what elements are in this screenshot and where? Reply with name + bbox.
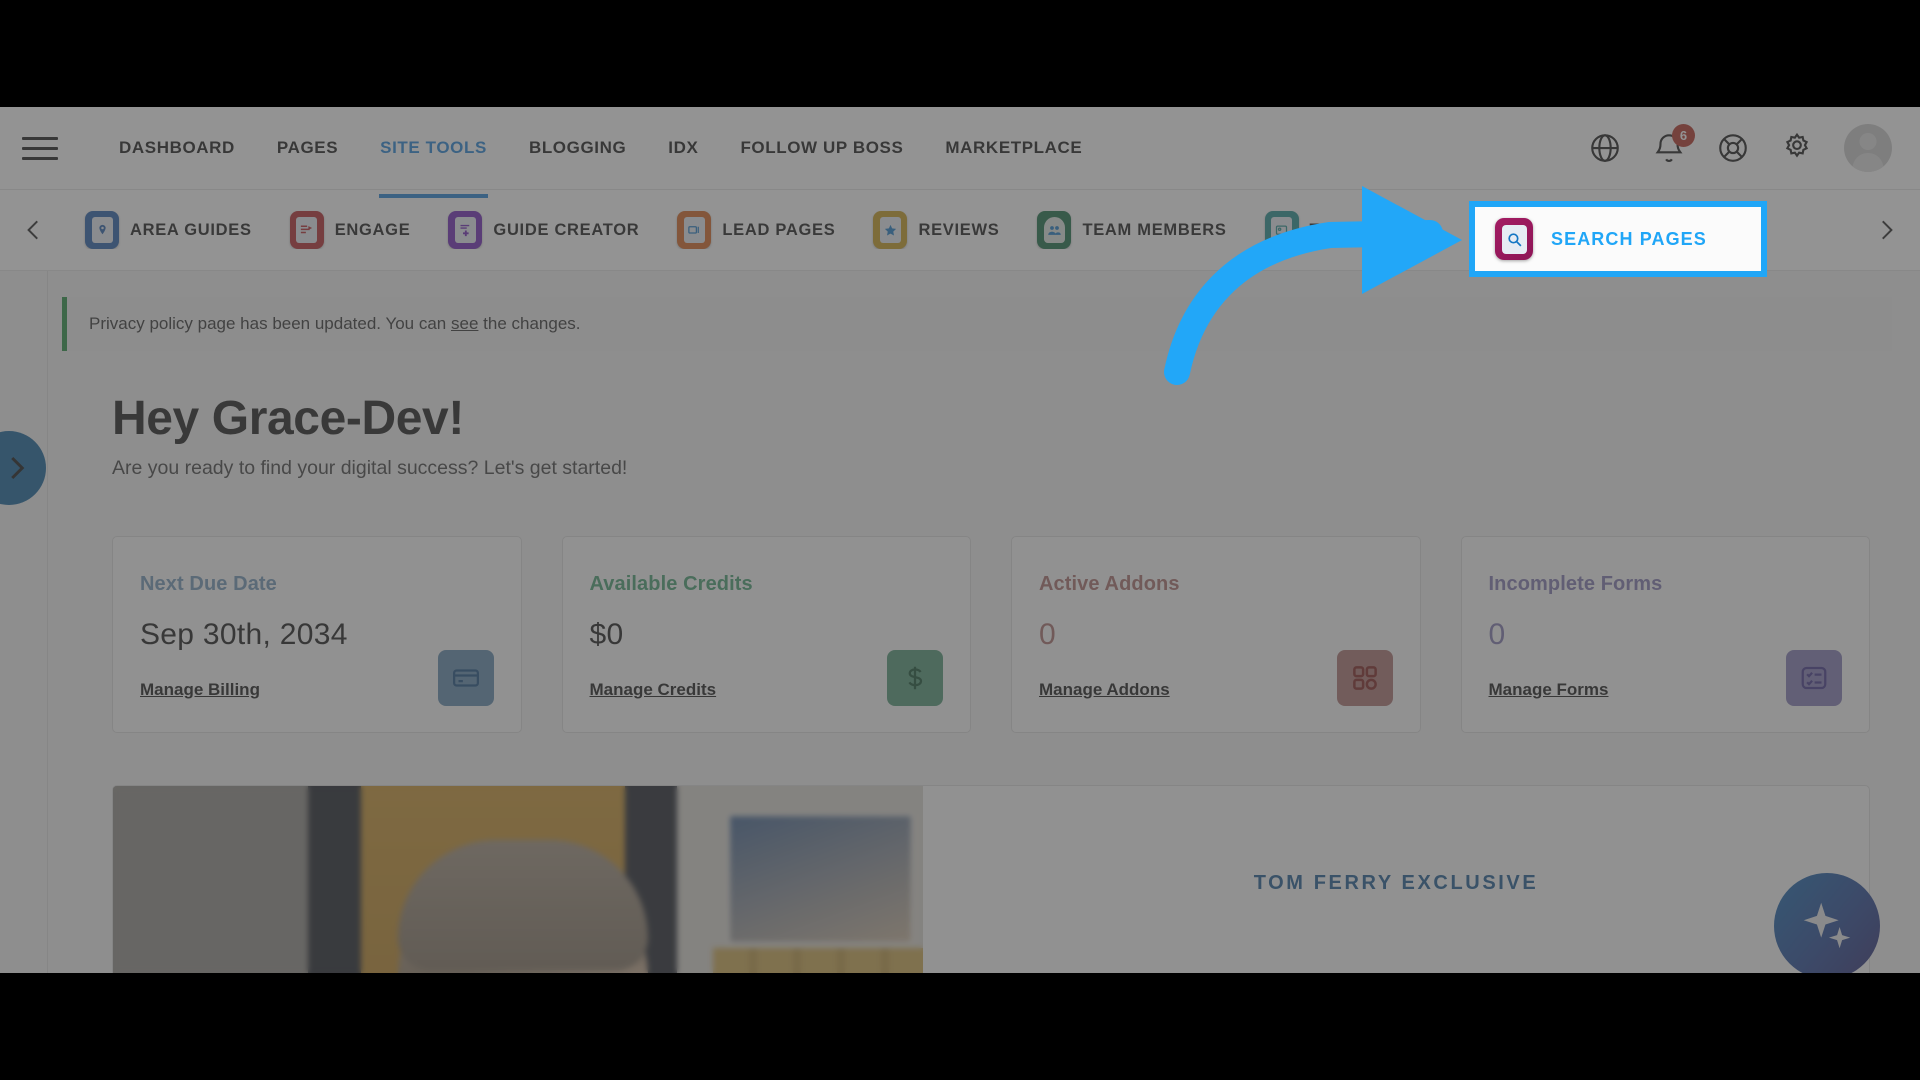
main-column: Privacy policy page has been updated. Yo… [48, 271, 1920, 973]
subnav-label: TEAM MEMBERS [1082, 220, 1227, 239]
subnav-item-lead-pages[interactable]: LEAD PAGES [658, 211, 854, 249]
nav-item-pages[interactable]: PAGES [256, 107, 359, 189]
nav-item-site-tools[interactable]: SITE TOOLS [359, 107, 508, 198]
stat-card-available-credits: Available Credits $0 Manage Credits [561, 535, 971, 733]
card-title: Incomplete Forms [1488, 572, 1663, 595]
subnav-item-listings[interactable]: TINGS [1246, 211, 1383, 249]
banner-text-before: Privacy policy page has been updated. Yo… [89, 314, 451, 333]
rail-expand-toggle[interactable] [0, 431, 46, 505]
subnav-item-reviews[interactable]: REVIEWS [854, 211, 1018, 249]
promo-kicker: TOM FERRY EXCLUSIVE [1253, 871, 1539, 894]
card-title: Active Addons [1039, 572, 1180, 595]
privacy-policy-banner: Privacy policy page has been updated. Yo… [62, 297, 1892, 351]
top-right-actions: 6 [1588, 124, 1892, 172]
manage-billing-link[interactable]: Manage Billing [140, 680, 260, 700]
main-menu: DASHBOARD PAGES SITE TOOLS BLOGGING IDX … [98, 107, 1103, 198]
manage-credits-link[interactable]: Manage Credits [590, 680, 717, 700]
ai-assistant-button[interactable] [1774, 873, 1880, 973]
search-pages-highlight[interactable]: SEARCH PAGES [1469, 201, 1767, 277]
checklist-icon [1786, 649, 1842, 706]
manage-addons-link[interactable]: Manage Addons [1039, 680, 1170, 700]
subnav-next-chevron-right-icon[interactable] [1866, 207, 1906, 253]
nav-item-idx[interactable]: IDX [647, 107, 719, 189]
life-ring-help-icon[interactable] [1716, 131, 1750, 165]
credit-card-icon [437, 649, 494, 706]
stat-card-incomplete-forms: Incomplete Forms 0 Manage Forms [1460, 535, 1870, 733]
card-value: Sep 30th, 2034 [140, 617, 348, 651]
manage-forms-link[interactable]: Manage Forms [1489, 680, 1609, 700]
team-members-icon [1037, 211, 1072, 249]
card-value: 0 [1039, 617, 1056, 651]
video-thumbnail-office-man[interactable] [113, 785, 923, 973]
gear-settings-icon[interactable] [1780, 131, 1814, 165]
hamburger-menu-icon[interactable] [22, 133, 62, 163]
subnav-item-guide-creator[interactable]: GUIDE CREATOR [429, 211, 658, 249]
subnav-prev-chevron-left-icon[interactable] [14, 207, 54, 253]
nav-item-follow-up-boss[interactable]: FOLLOW UP BOSS [719, 107, 924, 189]
subnav-label: LEAD PAGES [722, 220, 836, 239]
search-pages-icon [1495, 218, 1533, 260]
promo-text-area: TOM FERRY EXCLUSIVE [923, 786, 1869, 973]
page-subtitle: Are you ready to find your digital succe… [112, 456, 628, 479]
page-content: Privacy policy page has been updated. Yo… [0, 271, 1920, 973]
stat-cards: Next Due Date Sep 30th, 2034 Manage Bill… [48, 480, 1920, 733]
nav-item-dashboard[interactable]: DASHBOARD [98, 107, 256, 189]
dollar-sign-icon [887, 649, 943, 706]
banner-see-link[interactable]: see [451, 314, 478, 333]
subnav-label: REVIEWS [918, 220, 1000, 239]
banner-text-after: the changes. [478, 314, 581, 333]
top-navigation-bar: DASHBOARD PAGES SITE TOOLS BLOGGING IDX … [0, 107, 1920, 198]
left-rail [0, 271, 48, 973]
bell-icon[interactable]: 6 [1652, 124, 1695, 165]
promo-card[interactable]: TOM FERRY EXCLUSIVE [112, 784, 1870, 973]
engage-icon [289, 211, 324, 249]
globe-icon[interactable] [1588, 131, 1622, 165]
grid-squares-icon [1336, 649, 1393, 706]
card-value: 0 [1488, 617, 1506, 651]
screenshot-root: DASHBOARD PAGES SITE TOOLS BLOGGING IDX … [0, 0, 1920, 1080]
page-title: Hey Grace-Dev! [112, 392, 464, 445]
reviews-icon [873, 211, 908, 249]
nav-item-marketplace[interactable]: MARKETPLACE [924, 107, 1103, 189]
card-value: $0 [589, 617, 624, 651]
ai-sparkle-icon [1803, 902, 1851, 949]
area-guides-icon [85, 211, 119, 249]
chevron-right-icon [11, 456, 25, 480]
subnav-item-engage[interactable]: ENGAGE [271, 211, 430, 249]
lead-pages-icon [677, 211, 712, 249]
greeting-block: Hey Grace-Dev! Are you ready to find you… [48, 351, 1920, 480]
card-title: Available Credits [589, 572, 753, 595]
search-pages-label: SEARCH PAGES [1551, 228, 1707, 249]
listings-icon [1264, 211, 1299, 249]
subnav-label: GUIDE CREATOR [493, 220, 640, 239]
notification-badge: 6 [1672, 124, 1695, 147]
subnav-label: TINGS [1309, 220, 1364, 239]
subnav-item-area-guides[interactable]: AREA GUIDES [66, 211, 271, 249]
subnav-label: ENGAGE [334, 220, 411, 239]
card-title: Next Due Date [140, 572, 277, 595]
stat-card-active-addons: Active Addons 0 Manage Addons [1011, 535, 1421, 733]
stat-card-next-due-date: Next Due Date Sep 30th, 2034 Manage Bill… [112, 535, 522, 733]
guide-creator-icon [448, 211, 483, 249]
subnav-item-team-members[interactable]: TEAM MEMBERS [1018, 211, 1245, 249]
user-avatar[interactable] [1844, 124, 1892, 172]
nav-item-blogging[interactable]: BLOGGING [508, 107, 647, 189]
promo-scene-graphic [113, 785, 923, 973]
subnav-label: AREA GUIDES [130, 220, 252, 239]
